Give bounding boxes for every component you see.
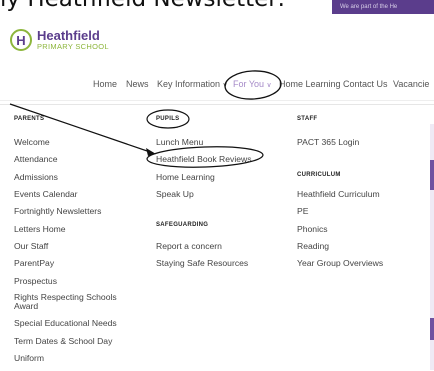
main-nav: Home News Key Information ∨ For You ∨ Ho…	[0, 79, 434, 93]
nav-divider	[0, 100, 434, 101]
menu-heading-safeguarding: SAFEGUARDING	[156, 222, 209, 228]
menu-heading-staff: STAFF	[297, 116, 318, 122]
nav-home-learning[interactable]: Home Learning	[279, 79, 341, 89]
menu-heading-curriculum: CURRICULUM	[297, 172, 341, 178]
menu-link-reading[interactable]: Reading	[297, 241, 329, 251]
menu-heading-parents: PARENTS	[14, 116, 45, 122]
for-you-dropdown: PARENTS Welcome Attendance Admissions Ev…	[0, 104, 434, 371]
menu-link-year-group-overviews[interactable]: Year Group Overviews	[297, 258, 383, 268]
page-edge-accent	[430, 318, 434, 340]
logo-badge-icon: H	[10, 29, 32, 51]
page-edge-accent	[430, 160, 434, 190]
logo-name: Heathfield	[37, 28, 100, 44]
header-strap: We are part of the He	[332, 0, 434, 14]
menu-link-special-educational-needs[interactable]: Special Educational Needs	[14, 318, 117, 328]
menu-link-lunch-menu[interactable]: Lunch Menu	[156, 137, 203, 147]
menu-link-uniform[interactable]: Uniform	[14, 353, 44, 363]
logo-subtitle: PRIMARY SCHOOL	[37, 42, 109, 52]
nav-home[interactable]: Home	[93, 79, 117, 89]
school-logo[interactable]: H Heathfield PRIMARY SCHOOL	[10, 29, 109, 51]
menu-link-our-staff[interactable]: Our Staff	[14, 241, 48, 251]
nav-key-information[interactable]: Key Information ∨	[157, 79, 228, 89]
menu-link-pact-365-login[interactable]: PACT 365 Login	[297, 137, 359, 147]
screenshot-caption: ly Heathfield Newsletter:	[0, 0, 360, 12]
menu-link-rights-respecting-schools-award[interactable]: Rights Respecting Schools Award	[14, 293, 124, 311]
nav-news[interactable]: News	[126, 79, 149, 89]
menu-link-parentpay[interactable]: ParentPay	[14, 258, 54, 268]
menu-link-pe[interactable]: PE	[297, 206, 308, 216]
nav-contact-us[interactable]: Contact Us	[343, 79, 388, 89]
menu-link-letters-home[interactable]: Letters Home	[14, 224, 66, 234]
menu-link-report-a-concern[interactable]: Report a concern	[156, 241, 222, 251]
menu-link-term-dates[interactable]: Term Dates & School Day	[14, 336, 112, 346]
menu-link-events-calendar[interactable]: Events Calendar	[14, 189, 78, 199]
menu-heading-pupils: PUPILS	[156, 116, 180, 122]
chevron-down-icon: ∨	[266, 82, 272, 89]
menu-link-speak-up[interactable]: Speak Up	[156, 189, 194, 199]
menu-link-attendance[interactable]: Attendance	[14, 154, 57, 164]
menu-link-admissions[interactable]: Admissions	[14, 172, 58, 182]
nav-for-you[interactable]: For You ∨	[233, 79, 272, 89]
menu-link-fortnightly-newsletters[interactable]: Fortnightly Newsletters	[14, 206, 101, 216]
menu-link-home-learning[interactable]: Home Learning	[156, 172, 215, 182]
menu-link-heathfield-book-reviews[interactable]: Heathfield Book Reviews	[156, 154, 252, 164]
nav-vacancies[interactable]: Vacancie	[393, 79, 429, 89]
menu-link-prospectus[interactable]: Prospectus	[14, 276, 57, 286]
menu-link-heathfield-curriculum[interactable]: Heathfield Curriculum	[297, 189, 380, 199]
menu-link-phonics[interactable]: Phonics	[297, 224, 328, 234]
menu-link-staying-safe-resources[interactable]: Staying Safe Resources	[156, 258, 248, 268]
menu-link-welcome[interactable]: Welcome	[14, 137, 50, 147]
chevron-down-icon: ∨	[222, 82, 228, 89]
